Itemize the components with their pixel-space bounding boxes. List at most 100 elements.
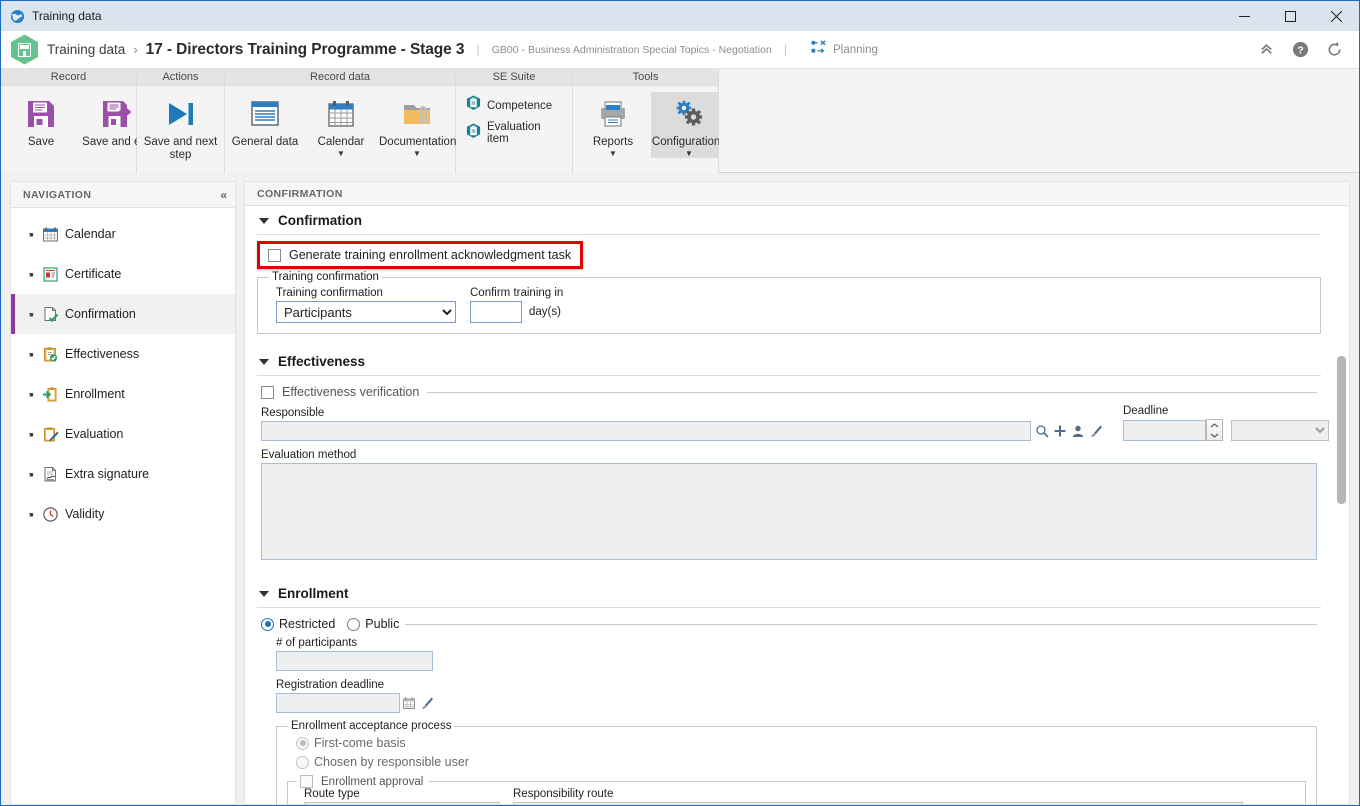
section-header-confirmation[interactable]: Confirmation — [257, 206, 1321, 235]
training-confirmation-select[interactable]: Participants — [276, 301, 456, 323]
fieldset-rule — [427, 391, 1317, 393]
sidebar-item-certificate[interactable]: ▪ Certificate — [11, 254, 235, 294]
section-header-enrollment[interactable]: Enrollment — [257, 579, 1321, 608]
acceptance-process-legend: Enrollment acceptance process — [291, 720, 452, 732]
globe-icon — [9, 8, 25, 24]
sidebar-item-label: Calendar — [65, 227, 116, 241]
clear-brush-icon[interactable] — [1087, 421, 1105, 441]
ribbon-filler — [719, 69, 1359, 172]
title-bar: Training data — [1, 1, 1359, 31]
scrollbar-thumb[interactable] — [1337, 356, 1346, 504]
chevron-down-icon[interactable] — [259, 217, 269, 224]
configurations-icon — [673, 94, 705, 134]
generate-task-checkbox-row[interactable]: Generate training enrollment acknowledgm… — [268, 248, 571, 262]
chevron-down-icon[interactable]: ▼ — [337, 149, 345, 158]
add-icon[interactable] — [1051, 421, 1069, 441]
sidebar-item-enrollment[interactable]: ▪ Enrollment — [11, 374, 235, 414]
general-data-button[interactable]: General data — [227, 92, 303, 149]
deadline-input[interactable] — [1123, 419, 1206, 441]
confirm-training-in-input[interactable] — [470, 301, 522, 323]
sidebar-item-extra-signature[interactable]: ▪ Extra signature — [11, 454, 235, 494]
sidebar-item-validity[interactable]: ▪ Validity — [11, 494, 235, 534]
restricted-radio[interactable] — [261, 617, 274, 631]
chevron-down-icon[interactable] — [259, 590, 269, 597]
breadcrumb-root[interactable]: Training data — [47, 42, 125, 57]
documentation-button[interactable]: Documentation ▼ — [379, 92, 456, 158]
sidebar-item-evaluation[interactable]: ▪ Evaluation — [11, 414, 235, 454]
chosen-by-responsible-option[interactable]: Chosen by responsible user — [287, 755, 1306, 769]
enrollment-approval-legend[interactable]: Enrollment approval — [297, 775, 429, 788]
restricted-label: Restricted — [279, 617, 336, 631]
first-come-radio[interactable] — [296, 736, 309, 750]
navigation-title: NAVIGATION — [23, 188, 92, 201]
evaluation-method-textarea[interactable] — [261, 463, 1317, 560]
public-radio[interactable] — [347, 617, 361, 631]
binoculars-icon[interactable] — [1261, 803, 1279, 805]
search-icon[interactable] — [1033, 421, 1051, 441]
deadline-unit-select[interactable] — [1231, 419, 1329, 441]
collapse-sidebar-button[interactable]: « — [220, 188, 227, 202]
configurations-button[interactable]: Configurations ▼ — [651, 92, 727, 158]
sidebar-item-calendar[interactable]: ▪ Calendar — [11, 214, 235, 254]
days-suffix-label: day(s) — [529, 306, 561, 318]
responsible-input[interactable] — [261, 421, 1031, 441]
maximize-button[interactable] — [1267, 1, 1313, 31]
training-confirmation-legend: Training confirmation — [272, 271, 379, 283]
sidebar-item-confirmation[interactable]: ▪ Confirmation — [11, 294, 235, 334]
evaluation-icon — [41, 425, 59, 443]
chevron-down-icon[interactable]: ▼ — [413, 149, 421, 158]
user-icon[interactable] — [1069, 421, 1087, 441]
calendar-icon — [41, 225, 59, 243]
chevron-down-icon[interactable] — [259, 358, 269, 365]
save-button[interactable]: Save — [3, 92, 79, 149]
section-header-effectiveness[interactable]: Effectiveness — [257, 347, 1321, 376]
planning-button[interactable]: Planning — [811, 40, 878, 59]
calendar-picker-icon[interactable] — [400, 693, 418, 713]
sidebar-item-label: Extra signature — [65, 467, 150, 481]
evaluation-item-button[interactable]: Evaluation item — [464, 120, 570, 146]
add-icon[interactable] — [1243, 803, 1261, 805]
close-button[interactable] — [1313, 1, 1359, 31]
minimize-button[interactable] — [1221, 1, 1267, 31]
refresh-button[interactable] — [1317, 35, 1351, 65]
public-label: Public — [365, 617, 400, 631]
competence-button[interactable]: Competence — [464, 94, 570, 117]
bullet-icon: ▪ — [29, 266, 34, 282]
chevron-down-icon[interactable]: ▼ — [609, 149, 617, 158]
calendar-button[interactable]: Calendar ▼ — [303, 92, 379, 158]
enrollment-approval-checkbox[interactable] — [300, 775, 313, 788]
save-and-next-step-button[interactable]: Save and next step — [142, 92, 220, 161]
collapse-ribbon-button[interactable] — [1249, 35, 1283, 65]
reports-button[interactable]: Reports ▼ — [575, 92, 651, 158]
certificate-icon — [41, 265, 59, 283]
scope-public-option[interactable]: Public — [347, 617, 399, 631]
clear-brush-icon[interactable] — [1279, 803, 1297, 805]
enrollment-approval-label: Enrollment approval — [321, 775, 424, 788]
scope-restricted-option[interactable]: Restricted — [261, 617, 335, 631]
first-come-option[interactable]: First-come basis — [287, 736, 1306, 750]
participants-count-input[interactable] — [276, 651, 433, 671]
content-scroll-area: Confirmation Generate training enrollmen… — [245, 206, 1349, 804]
responsibility-route-select[interactable] — [513, 802, 1243, 804]
bullet-icon: ▪ — [29, 466, 34, 482]
main-area: NAVIGATION « ▪ Calendar ▪ Certificate ▪ … — [1, 173, 1359, 805]
deadline-stepper[interactable] — [1206, 419, 1223, 441]
generate-task-checkbox[interactable] — [268, 248, 281, 262]
sidebar-item-effectiveness[interactable]: ▪ Effectiveness — [11, 334, 235, 374]
acceptance-process-fieldset: Enrollment acceptance process First-come… — [276, 720, 1317, 804]
content-vertical-scrollbar[interactable] — [1334, 206, 1349, 804]
documentation-icon — [401, 94, 433, 134]
section-title: Effectiveness — [278, 354, 366, 369]
chevron-down-icon[interactable]: ▼ — [685, 149, 693, 158]
clear-brush-icon[interactable] — [418, 693, 436, 713]
registration-deadline-input[interactable] — [276, 693, 400, 713]
chosen-by-responsible-radio[interactable] — [296, 755, 309, 769]
help-button[interactable]: ? — [1283, 35, 1317, 65]
planning-label: Planning — [833, 43, 878, 56]
generate-task-label: Generate training enrollment acknowledgm… — [289, 248, 572, 262]
bullet-icon: ▪ — [29, 506, 34, 522]
route-type-select[interactable]: Variable — [304, 802, 500, 804]
effectiveness-verification-row[interactable]: Effectiveness verification — [261, 385, 419, 399]
effectiveness-verification-checkbox[interactable] — [261, 385, 274, 399]
ribbon-group-actions: Actions Save and next step — [137, 69, 225, 173]
